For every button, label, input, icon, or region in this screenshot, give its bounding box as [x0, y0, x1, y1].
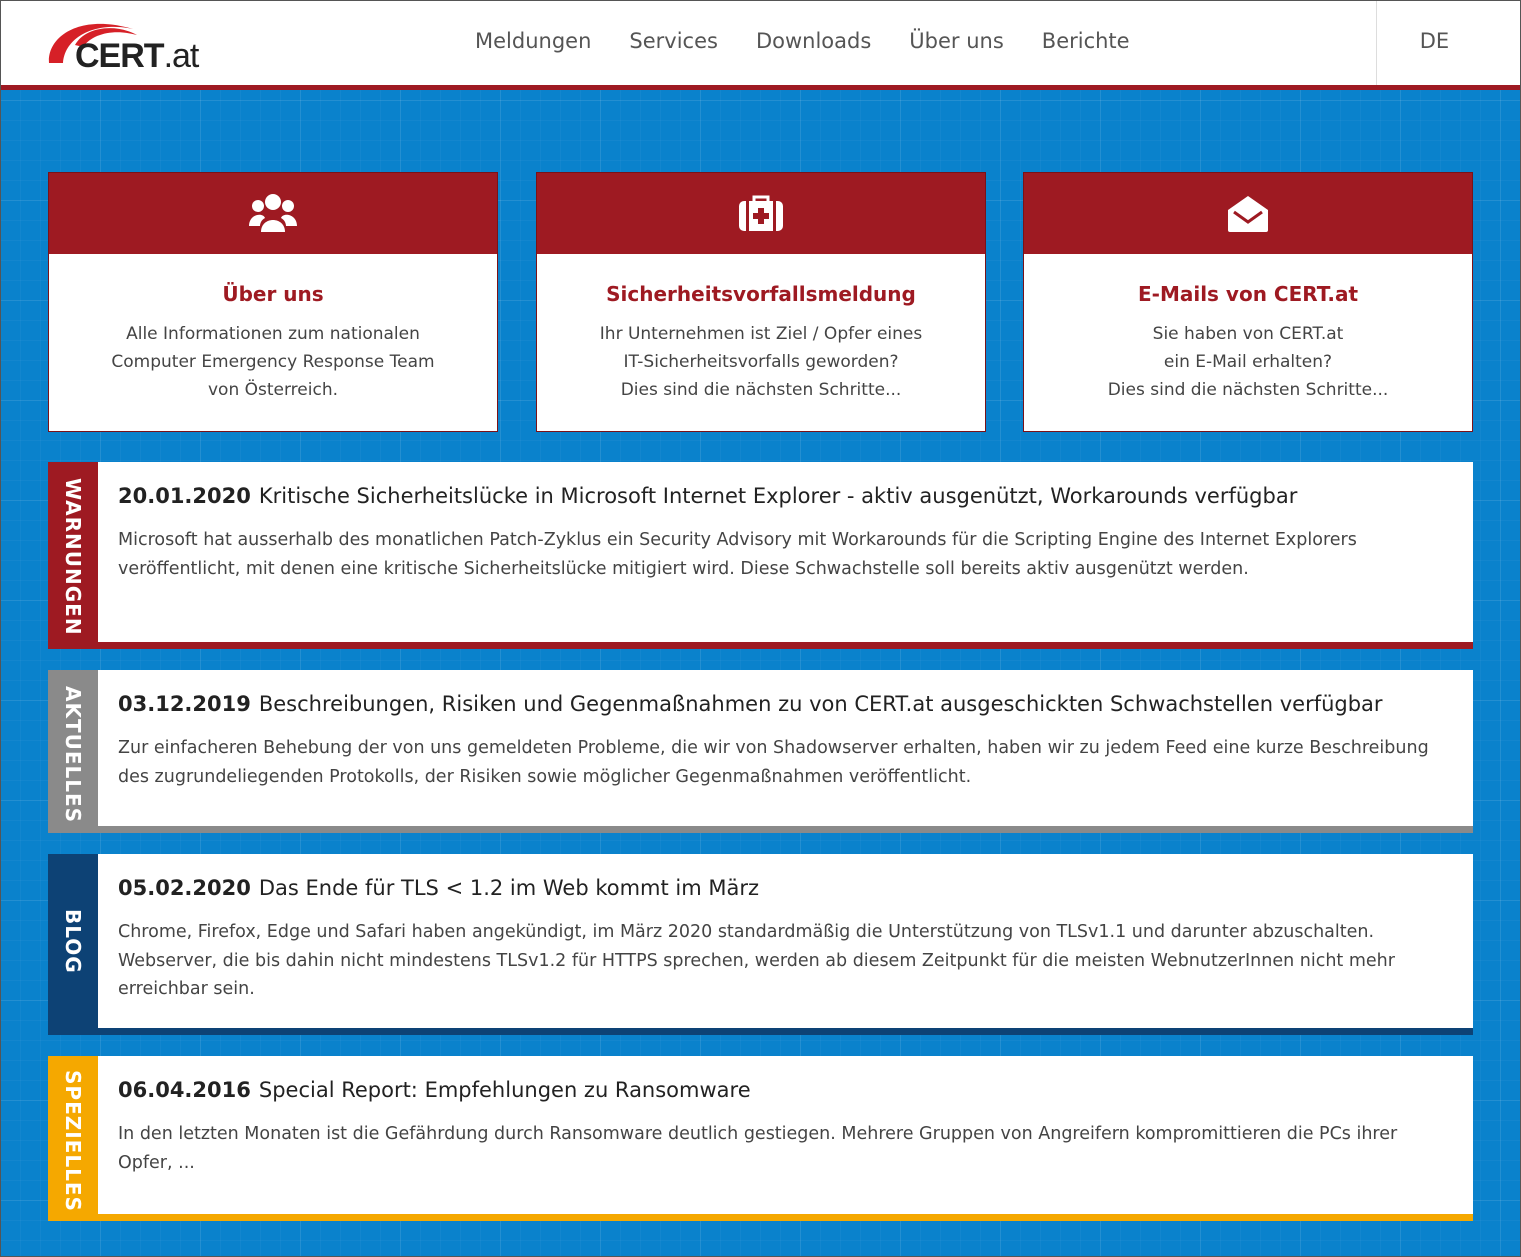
section-headline[interactable]: 20.01.2020 Kritische Sicherheitslücke in …	[118, 484, 1453, 508]
cert-logo[interactable]: CERT.at	[45, 11, 205, 79]
nav-item-ueber-uns[interactable]: Über uns	[909, 29, 1004, 53]
section-aktuelles[interactable]: AKTUELLES 03.12.2019 Beschreibungen, Risi…	[48, 670, 1473, 833]
card-title: Über uns	[222, 282, 324, 306]
section-title: Special Report: Empfehlungen zu Ransomwa…	[258, 1078, 751, 1102]
section-label: SPEZIELLES	[48, 1056, 98, 1214]
section-summary: Microsoft hat ausserhalb des monatlichen…	[118, 530, 1357, 579]
section-warnungen[interactable]: WARNUNGEN 20.01.2020 Kritische Sicherheit…	[48, 462, 1473, 649]
users-icon	[249, 193, 297, 232]
section-title: Beschreibungen, Risiken und Gegenmaßnahm…	[258, 692, 1383, 716]
card-description: Ihr Unternehmen ist Ziel / Opfer eines I…	[599, 324, 923, 400]
section-date: 20.01.2020	[118, 484, 251, 508]
section-date: 06.04.2016	[118, 1078, 251, 1102]
main-navigation: Meldungen Services Downloads Über uns Be…	[475, 29, 1168, 53]
language-label: DE	[1419, 29, 1450, 53]
section-date: 05.02.2020	[118, 876, 251, 900]
section-title: Das Ende für TLS < 1.2 im Web kommt im M…	[258, 876, 760, 900]
section-summary: Chrome, Firefox, Edge und Safari haben a…	[118, 922, 1395, 999]
card-header	[537, 173, 985, 254]
card-header	[1024, 173, 1472, 254]
language-switcher[interactable]: DE	[1376, 1, 1520, 85]
card-emails-von-cert[interactable]: E-Mails von CERT.at Sie haben von CERT.a…	[1023, 172, 1473, 432]
card-ueber-uns[interactable]: Über uns Alle Informationen zum national…	[48, 172, 498, 432]
nav-item-meldungen[interactable]: Meldungen	[475, 29, 591, 53]
card-description: Sie haben von CERT.at ein E-Mail erhalte…	[1107, 324, 1389, 400]
first-aid-kit-icon	[739, 195, 783, 231]
section-blog[interactable]: BLOG 05.02.2020 Das Ende für TLS < 1.2 im…	[48, 854, 1473, 1035]
card-sicherheitsvorfallsmeldung[interactable]: Sicherheitsvorfallsmeldung Ihr Unternehm…	[536, 172, 986, 432]
section-headline[interactable]: 03.12.2019 Beschreibungen, Risiken und Ge…	[118, 692, 1453, 716]
site-header: CERT.at Meldungen Services Downloads Übe…	[1, 1, 1520, 90]
section-summary: Zur einfacheren Behebung der von uns gem…	[118, 738, 1429, 787]
card-header	[49, 173, 497, 254]
section-label: WARNUNGEN	[48, 462, 98, 642]
section-date: 03.12.2019	[118, 692, 251, 716]
section-summary: In den letzten Monaten ist die Gefährdun…	[118, 1124, 1398, 1173]
section-headline[interactable]: 06.04.2016 Special Report: Empfehlungen z…	[118, 1078, 1453, 1102]
section-label: BLOG	[48, 854, 98, 1028]
section-spezielles[interactable]: SPEZIELLES 06.04.2016 Special Report: Emp…	[48, 1056, 1473, 1221]
card-title: Sicherheitsvorfallsmeldung	[606, 282, 916, 306]
section-label: AKTUELLES	[48, 670, 98, 826]
nav-item-berichte[interactable]: Berichte	[1042, 29, 1130, 53]
card-description: Alle Informationen zum nationalen Comput…	[111, 324, 435, 400]
logo-wordmark: CERT.at	[75, 37, 199, 75]
section-headline[interactable]: 05.02.2020 Das Ende für TLS < 1.2 im Web …	[118, 876, 1453, 900]
nav-item-services[interactable]: Services	[629, 29, 718, 53]
card-title: E-Mails von CERT.at	[1137, 282, 1359, 306]
section-title: Kritische Sicherheitslücke in Microsoft …	[258, 484, 1298, 508]
envelope-open-icon	[1228, 195, 1268, 232]
nav-item-downloads[interactable]: Downloads	[756, 29, 871, 53]
